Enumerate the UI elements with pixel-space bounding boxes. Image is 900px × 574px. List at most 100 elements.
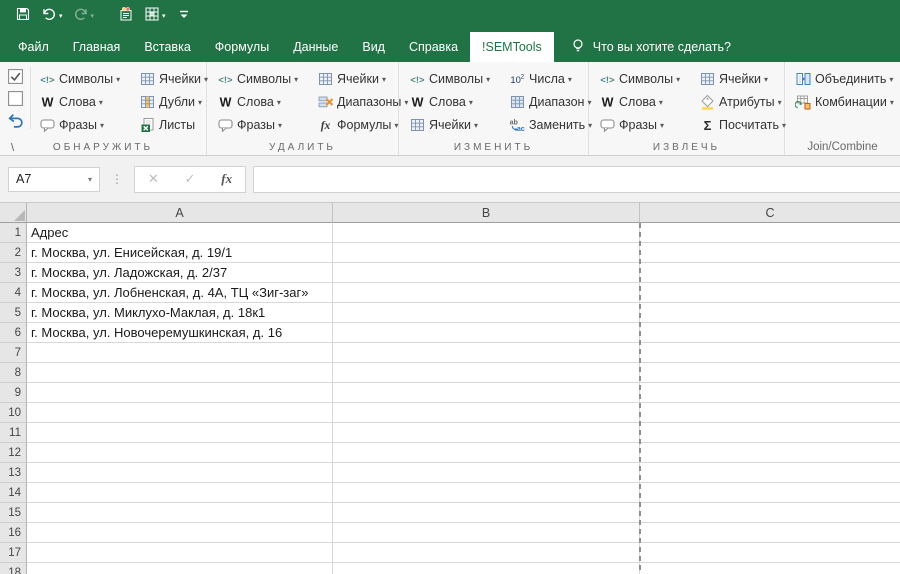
- checkbox-checked-button[interactable]: [7, 68, 24, 85]
- cell-C17[interactable]: [640, 543, 900, 563]
- change-cells-button[interactable]: Ячейки▾: [406, 113, 506, 136]
- delete-ranges-button[interactable]: Диапазоны▾: [314, 90, 411, 113]
- cell-A2[interactable]: г. Москва, ул. Енисейская, д. 19/1: [27, 243, 333, 263]
- cell-C5[interactable]: [640, 303, 900, 323]
- cell-A4[interactable]: г. Москва, ул. Лобненская, д. 4А, ТЦ «Зи…: [27, 283, 333, 303]
- cell-A17[interactable]: [27, 543, 333, 563]
- row-header-5[interactable]: 5: [0, 303, 27, 323]
- tab-semtools[interactable]: !SEMTools: [470, 32, 554, 62]
- join-combinations-button[interactable]: Комбинации▾: [792, 90, 897, 113]
- cell-C1[interactable]: [640, 223, 900, 243]
- row-header-1[interactable]: 1: [0, 223, 27, 243]
- change-replace-button[interactable]: abacЗаменить▾: [506, 113, 595, 136]
- cell-C18[interactable]: [640, 563, 900, 574]
- change-symbols-button[interactable]: <!>Символы▾: [406, 67, 506, 90]
- undo-button[interactable]: ▾: [36, 3, 68, 29]
- cell-C9[interactable]: [640, 383, 900, 403]
- change-words-button[interactable]: WСлова▾: [406, 90, 506, 113]
- column-header-C[interactable]: C: [640, 203, 900, 223]
- tab-view[interactable]: Вид: [350, 32, 397, 62]
- row-header-17[interactable]: 17: [0, 543, 27, 563]
- extract-attributes-button[interactable]: Атрибуты▾: [696, 90, 789, 113]
- delete-symbols-button[interactable]: <!>Символы▾: [214, 67, 314, 90]
- cell-A18[interactable]: [27, 563, 333, 574]
- cell-A1[interactable]: Адрес: [27, 223, 333, 243]
- cancel-button[interactable]: ✕: [148, 171, 159, 187]
- insert-function-button[interactable]: fx: [221, 171, 232, 187]
- cell-B12[interactable]: [333, 443, 640, 463]
- row-header-7[interactable]: 7: [0, 343, 27, 363]
- row-header-16[interactable]: 16: [0, 523, 27, 543]
- customize-qat-button[interactable]: [171, 3, 197, 29]
- cell-A6[interactable]: г. Москва, ул. Новочеремушкинская, д. 16: [27, 323, 333, 343]
- cell-B10[interactable]: [333, 403, 640, 423]
- checkbox-empty-button[interactable]: [7, 90, 24, 107]
- change-range-button[interactable]: Диапазон▾: [506, 90, 595, 113]
- column-header-B[interactable]: B: [333, 203, 640, 223]
- detect-duplicates-button[interactable]: Дубли▾: [136, 90, 211, 113]
- tab-help[interactable]: Справка: [397, 32, 470, 62]
- extract-words-button[interactable]: WСлова▾: [596, 90, 696, 113]
- tell-me-box[interactable]: Что вы хотите сделать?: [556, 32, 745, 62]
- extract-phrases-button[interactable]: Фразы▾: [596, 113, 696, 136]
- cell-C8[interactable]: [640, 363, 900, 383]
- cell-A15[interactable]: [27, 503, 333, 523]
- cell-B8[interactable]: [333, 363, 640, 383]
- delete-cells-button[interactable]: Ячейки▾: [314, 67, 411, 90]
- cell-A10[interactable]: [27, 403, 333, 423]
- cell-B16[interactable]: [333, 523, 640, 543]
- cell-B11[interactable]: [333, 423, 640, 443]
- row-header-11[interactable]: 11: [0, 423, 27, 443]
- tab-data[interactable]: Данные: [281, 32, 350, 62]
- cell-B9[interactable]: [333, 383, 640, 403]
- tab-file[interactable]: Файл: [6, 32, 61, 62]
- cell-A14[interactable]: [27, 483, 333, 503]
- cell-B5[interactable]: [333, 303, 640, 323]
- delete-formulas-button[interactable]: fxФормулы▾: [314, 113, 411, 136]
- row-header-14[interactable]: 14: [0, 483, 27, 503]
- cell-B3[interactable]: [333, 263, 640, 283]
- row-header-13[interactable]: 13: [0, 463, 27, 483]
- cell-C12[interactable]: [640, 443, 900, 463]
- undo-small-button[interactable]: [7, 112, 24, 129]
- cell-C11[interactable]: [640, 423, 900, 443]
- row-header-10[interactable]: 10: [0, 403, 27, 423]
- cell-A12[interactable]: [27, 443, 333, 463]
- cell-B17[interactable]: [333, 543, 640, 563]
- cell-B4[interactable]: [333, 283, 640, 303]
- cell-B7[interactable]: [333, 343, 640, 363]
- row-header-4[interactable]: 4: [0, 283, 27, 303]
- cell-C7[interactable]: [640, 343, 900, 363]
- cell-C16[interactable]: [640, 523, 900, 543]
- detect-words-button[interactable]: WСлова▾: [36, 90, 136, 113]
- detect-sheets-button[interactable]: Листы: [136, 113, 211, 136]
- enter-button[interactable]: ✓: [185, 171, 196, 187]
- cell-B6[interactable]: [333, 323, 640, 343]
- extract-cells-button[interactable]: Ячейки▾: [696, 67, 789, 90]
- cell-A5[interactable]: г. Москва, ул. Миклухо-Маклая, д. 18к1: [27, 303, 333, 323]
- extract-count-button[interactable]: ΣПосчитать▾: [696, 113, 789, 136]
- row-header-18[interactable]: 18: [0, 563, 27, 574]
- cell-C3[interactable]: [640, 263, 900, 283]
- row-header-8[interactable]: 8: [0, 363, 27, 383]
- redo-button[interactable]: ▾: [68, 3, 100, 29]
- cell-A11[interactable]: [27, 423, 333, 443]
- cell-C4[interactable]: [640, 283, 900, 303]
- cell-C2[interactable]: [640, 243, 900, 263]
- cell-C13[interactable]: [640, 463, 900, 483]
- cell-C10[interactable]: [640, 403, 900, 423]
- detect-symbols-button[interactable]: <!>Символы▾: [36, 67, 136, 90]
- tab-formulas[interactable]: Формулы: [203, 32, 281, 62]
- extract-symbols-button[interactable]: <!>Символы▾: [596, 67, 696, 90]
- detect-phrases-button[interactable]: Фразы▾: [36, 113, 136, 136]
- column-header-A[interactable]: A: [27, 203, 333, 223]
- cell-B15[interactable]: [333, 503, 640, 523]
- cell-A3[interactable]: г. Москва, ул. Ладожская, д. 2/37: [27, 263, 333, 283]
- row-header-15[interactable]: 15: [0, 503, 27, 523]
- cell-C14[interactable]: [640, 483, 900, 503]
- drag-handle-icon[interactable]: ⋮: [111, 172, 123, 186]
- tab-insert[interactable]: Вставка: [132, 32, 202, 62]
- cell-A8[interactable]: [27, 363, 333, 383]
- row-header-2[interactable]: 2: [0, 243, 27, 263]
- select-all-corner[interactable]: [0, 203, 27, 223]
